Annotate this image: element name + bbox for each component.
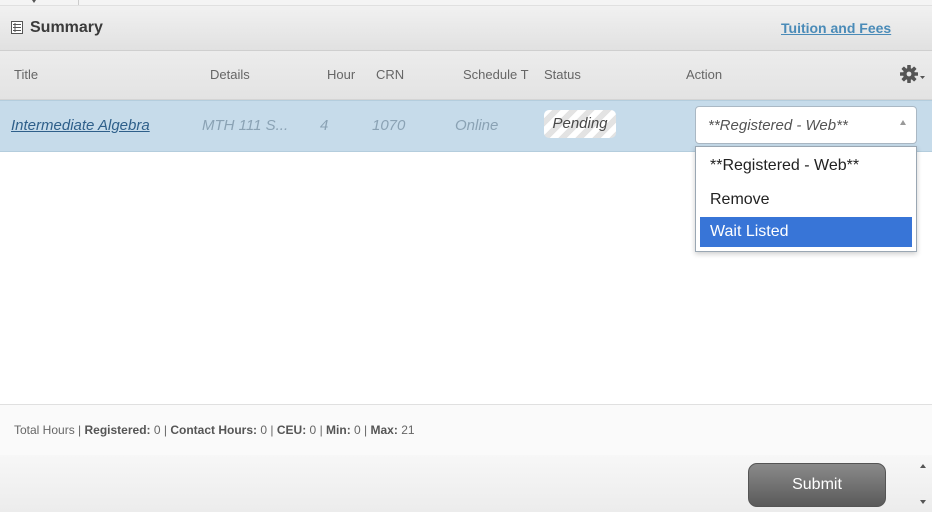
column-crn[interactable]: CRN (376, 67, 436, 82)
max-label: Max: (370, 423, 398, 437)
total-hours-summary: Total Hours | Registered: 0 | Contact Ho… (14, 423, 415, 437)
column-schedule-type[interactable]: Schedule T (463, 67, 536, 82)
scroll-down-icon[interactable] (920, 500, 926, 504)
summary-header: Summary Tuition and Fees (0, 6, 932, 51)
column-action[interactable]: Action (686, 67, 806, 82)
column-hour[interactable]: Hour (327, 67, 363, 82)
submit-button[interactable]: Submit (748, 463, 886, 507)
course-crn: 1070 (372, 117, 406, 134)
course-title-link[interactable]: Intermediate Algebra (11, 117, 189, 134)
min-value: 0 (354, 423, 361, 437)
gear-icon[interactable] (898, 61, 926, 87)
ceu-value: 0 (309, 423, 317, 437)
contact-hours-label: Contact Hours: (170, 423, 258, 437)
action-select[interactable]: **Registered - Web** (695, 106, 917, 144)
table-column-header: Title Details Hour CRN Schedule T Status… (0, 51, 932, 100)
list-icon (11, 21, 23, 34)
toolbar-divider (78, 0, 79, 5)
course-hours: 4 (320, 117, 329, 134)
column-status[interactable]: Status (544, 67, 664, 82)
min-label: Min: (326, 423, 351, 437)
chevron-up-icon (900, 120, 906, 125)
registered-label: Registered: (84, 423, 151, 437)
action-dropdown-list: **Registered - Web** Remove Wait Listed (695, 146, 917, 252)
max-value: 21 (401, 423, 415, 437)
status-badge: Pending (544, 110, 616, 138)
course-details: MTH 111 S... (202, 117, 289, 134)
course-schedule-type: Online (455, 117, 499, 134)
footer-bar: Submit (0, 455, 932, 512)
column-title[interactable]: Title (14, 67, 194, 82)
contact-hours-value: 0 (260, 423, 268, 437)
action-option-remove[interactable]: Remove (700, 185, 912, 215)
column-details[interactable]: Details (210, 67, 310, 82)
tuition-and-fees-link[interactable]: Tuition and Fees (781, 20, 891, 36)
action-select-value: **Registered - Web** (708, 117, 848, 134)
action-option-registered-web[interactable]: **Registered - Web** (700, 151, 912, 181)
page-title: Summary (30, 19, 103, 36)
total-hours-bar: Total Hours | Registered: 0 | Contact Ho… (0, 404, 932, 456)
total-hours-label: Total Hours | (14, 423, 82, 437)
registered-value: 0 (153, 423, 161, 437)
ceu-label: CEU: (276, 423, 307, 437)
action-option-wait-listed[interactable]: Wait Listed (700, 217, 912, 247)
dropdown-arrow-icon[interactable] (31, 0, 37, 5)
scroll-up-icon[interactable] (920, 464, 926, 468)
